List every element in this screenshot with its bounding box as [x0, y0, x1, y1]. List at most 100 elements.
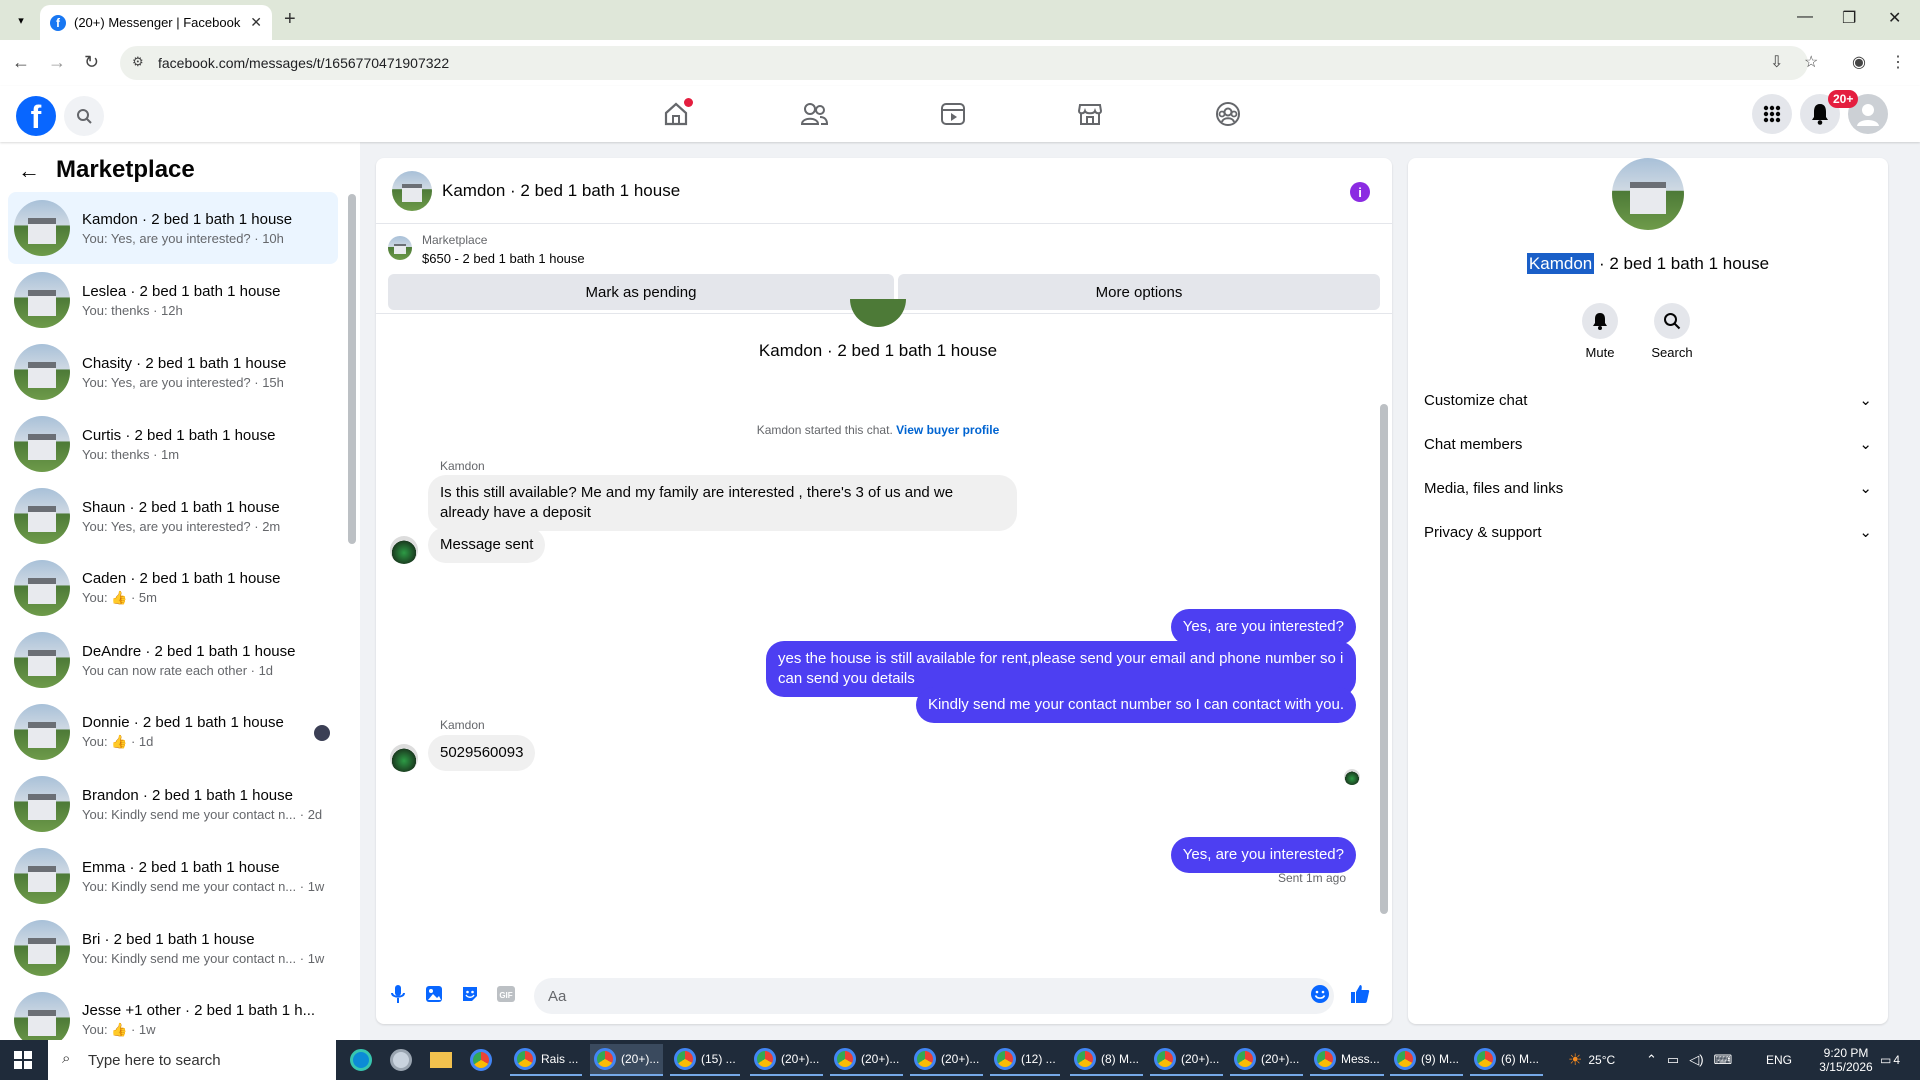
- tab-search-icon[interactable]: ▾: [10, 9, 32, 31]
- minimize-icon[interactable]: —: [1797, 8, 1813, 26]
- chrome-icon[interactable]: [466, 1044, 496, 1076]
- incoming-message[interactable]: Message sent: [428, 527, 546, 563]
- microphone-icon[interactable]: [388, 984, 408, 1004]
- new-tab-button[interactable]: +: [284, 8, 296, 31]
- media-files-links-section[interactable]: Media, files and links ⌄: [1424, 470, 1872, 506]
- conversation-name: Donnie · 2 bed 1 bath 1 house: [82, 714, 284, 731]
- close-tab-icon[interactable]: ✕: [250, 14, 262, 31]
- view-buyer-profile-link[interactable]: View buyer profile: [896, 423, 999, 437]
- volume-icon[interactable]: ◁): [1689, 1052, 1703, 1068]
- sender-avatar[interactable]: [390, 536, 418, 564]
- more-options-button[interactable]: More options: [898, 274, 1380, 310]
- conversation-item[interactable]: Kamdon · 2 bed 1 bath 1 house You: Yes, a…: [8, 192, 338, 264]
- notification-center[interactable]: ▭ 4: [1880, 1040, 1900, 1080]
- photo-icon[interactable]: [424, 984, 444, 1004]
- customize-chat-section[interactable]: Customize chat ⌄: [1424, 382, 1872, 418]
- marketplace-icon[interactable]: [1076, 100, 1104, 128]
- taskbar-app[interactable]: (8) M...: [1070, 1044, 1143, 1076]
- taskbar-search[interactable]: ⌕ Type here to search: [48, 1040, 336, 1080]
- thumbs-up-icon[interactable]: [1350, 984, 1370, 1004]
- chat-avatar[interactable]: [392, 170, 432, 211]
- conversation-item[interactable]: Chasity · 2 bed 1 bath 1 house You: Yes, …: [8, 336, 338, 408]
- conversation-item[interactable]: Bri · 2 bed 1 bath 1 house You: Kindly se…: [8, 912, 338, 984]
- back-icon[interactable]: ←: [12, 52, 30, 73]
- conversation-preview: You: 👍 · 5m: [82, 590, 157, 605]
- emoji-icon[interactable]: [1310, 984, 1330, 1004]
- taskbar-app[interactable]: (20+)...: [1150, 1044, 1224, 1076]
- taskbar-app[interactable]: (6) M...: [1470, 1044, 1543, 1076]
- page-scrollbar[interactable]: [1896, 142, 1920, 1040]
- outgoing-message[interactable]: Yes, are you interested?: [1170, 609, 1356, 645]
- taskbar-app[interactable]: (9) M...: [1390, 1044, 1463, 1076]
- privacy-support-section[interactable]: Privacy & support ⌄: [1424, 514, 1872, 550]
- friends-icon[interactable]: [800, 100, 828, 128]
- tray-chevron-icon[interactable]: ⌃: [1646, 1052, 1657, 1068]
- language-indicator[interactable]: ENG: [1766, 1040, 1792, 1080]
- chat-scrollbar[interactable]: [1380, 324, 1388, 924]
- network-icon[interactable]: ▭: [1667, 1052, 1679, 1068]
- outgoing-message[interactable]: Yes, are you interested?: [1170, 837, 1356, 873]
- taskbar-app[interactable]: (20+)...: [830, 1044, 904, 1076]
- groups-icon[interactable]: [1214, 100, 1242, 128]
- site-info-icon[interactable]: ⚙: [132, 54, 144, 70]
- clock[interactable]: 9:20 PM 3/15/2026: [1810, 1040, 1882, 1080]
- mute-button[interactable]: Mute: [1570, 303, 1630, 360]
- conversation-item[interactable]: Donnie · 2 bed 1 bath 1 house You: 👍 · 1d: [8, 696, 338, 768]
- restore-icon[interactable]: ❐: [1842, 8, 1856, 28]
- conversation-item[interactable]: Caden · 2 bed 1 bath 1 house You: 👍 · 5m: [8, 552, 338, 624]
- taskbar-app[interactable]: (20+)...: [590, 1044, 664, 1076]
- back-arrow-icon[interactable]: ←: [18, 158, 40, 184]
- taskbar-app[interactable]: (15) ...: [670, 1044, 740, 1076]
- outgoing-message[interactable]: Kindly send me your contact number so I …: [915, 687, 1356, 723]
- incoming-message[interactable]: Is this still available? Me and my famil…: [428, 475, 1017, 531]
- conversation-avatar: [14, 776, 70, 832]
- sidebar-scrollbar[interactable]: [348, 194, 356, 544]
- conversation-item[interactable]: Curtis · 2 bed 1 bath 1 house You: thenks…: [8, 408, 338, 480]
- edge-icon[interactable]: [346, 1044, 376, 1076]
- taskbar-app[interactable]: (20+)...: [1230, 1044, 1304, 1076]
- address-bar[interactable]: ⚙ facebook.com/messages/t/16567704719073…: [120, 46, 1808, 80]
- reload-icon[interactable]: ↻: [84, 52, 99, 73]
- taskbar-app[interactable]: (20+)...: [910, 1044, 984, 1076]
- message-input[interactable]: Aa: [534, 978, 1334, 1014]
- taskbar-app[interactable]: Mess...: [1310, 1044, 1384, 1076]
- listing-detail[interactable]: $650 - 2 bed 1 bath 1 house: [422, 251, 585, 266]
- incoming-message[interactable]: 5029560093: [428, 735, 536, 771]
- windows-start-icon[interactable]: [14, 1051, 32, 1072]
- sticker-icon[interactable]: [460, 984, 480, 1004]
- forward-icon[interactable]: →: [48, 52, 66, 73]
- chat-title[interactable]: Kamdon · 2 bed 1 bath 1 house: [442, 181, 680, 201]
- mark-as-pending-button[interactable]: Mark as pending: [388, 274, 894, 310]
- menu-dots-icon[interactable]: ⋮: [1890, 52, 1906, 72]
- app-icon[interactable]: [386, 1044, 416, 1076]
- conversation-item[interactable]: Emma · 2 bed 1 bath 1 house You: Kindly s…: [8, 840, 338, 912]
- browser-tab[interactable]: f (20+) Messenger | Facebook ✕: [40, 5, 272, 40]
- chat-members-section[interactable]: Chat members ⌄: [1424, 426, 1872, 462]
- facebook-search-button[interactable]: [64, 96, 104, 136]
- conversation-item[interactable]: Shaun · 2 bed 1 bath 1 house You: Yes, ar…: [8, 480, 338, 552]
- menu-grid-button[interactable]: [1752, 94, 1792, 134]
- profile-icon[interactable]: ◉: [1852, 52, 1866, 72]
- taskbar-app[interactable]: Rais ...: [510, 1044, 583, 1076]
- conversation-item[interactable]: Leslea · 2 bed 1 bath 1 house You: thenks…: [8, 264, 338, 336]
- taskbar-app[interactable]: (20+)...: [750, 1044, 824, 1076]
- bookmark-star-icon[interactable]: ☆: [1804, 52, 1818, 72]
- close-window-icon[interactable]: ✕: [1888, 8, 1901, 28]
- intro-title: Kamdon · 2 bed 1 bath 1 house: [758, 341, 998, 360]
- conversation-item[interactable]: DeAndre · 2 bed 1 bath 1 house You can no…: [8, 624, 338, 696]
- listing-thumbnail[interactable]: [388, 236, 412, 260]
- facebook-logo-icon[interactable]: f: [16, 96, 56, 136]
- keyboard-icon[interactable]: ⌨: [1714, 1052, 1733, 1068]
- conversation-item[interactable]: Brandon · 2 bed 1 bath 1 house You: Kindl…: [8, 768, 338, 840]
- sender-avatar[interactable]: [390, 744, 418, 772]
- taskbar-search-placeholder: Type here to search: [88, 1051, 221, 1069]
- info-icon[interactable]: i: [1350, 182, 1370, 202]
- info-avatar[interactable]: [1612, 158, 1684, 230]
- search-button[interactable]: Search: [1642, 303, 1702, 360]
- file-explorer-icon[interactable]: [426, 1044, 456, 1076]
- video-icon[interactable]: [939, 100, 967, 128]
- taskbar-app[interactable]: (12) ...: [990, 1044, 1060, 1076]
- weather-widget[interactable]: ☀ 25°C: [1568, 1040, 1615, 1080]
- install-app-icon[interactable]: ⇩: [1770, 52, 1783, 72]
- gif-icon[interactable]: GIF: [496, 984, 516, 1004]
